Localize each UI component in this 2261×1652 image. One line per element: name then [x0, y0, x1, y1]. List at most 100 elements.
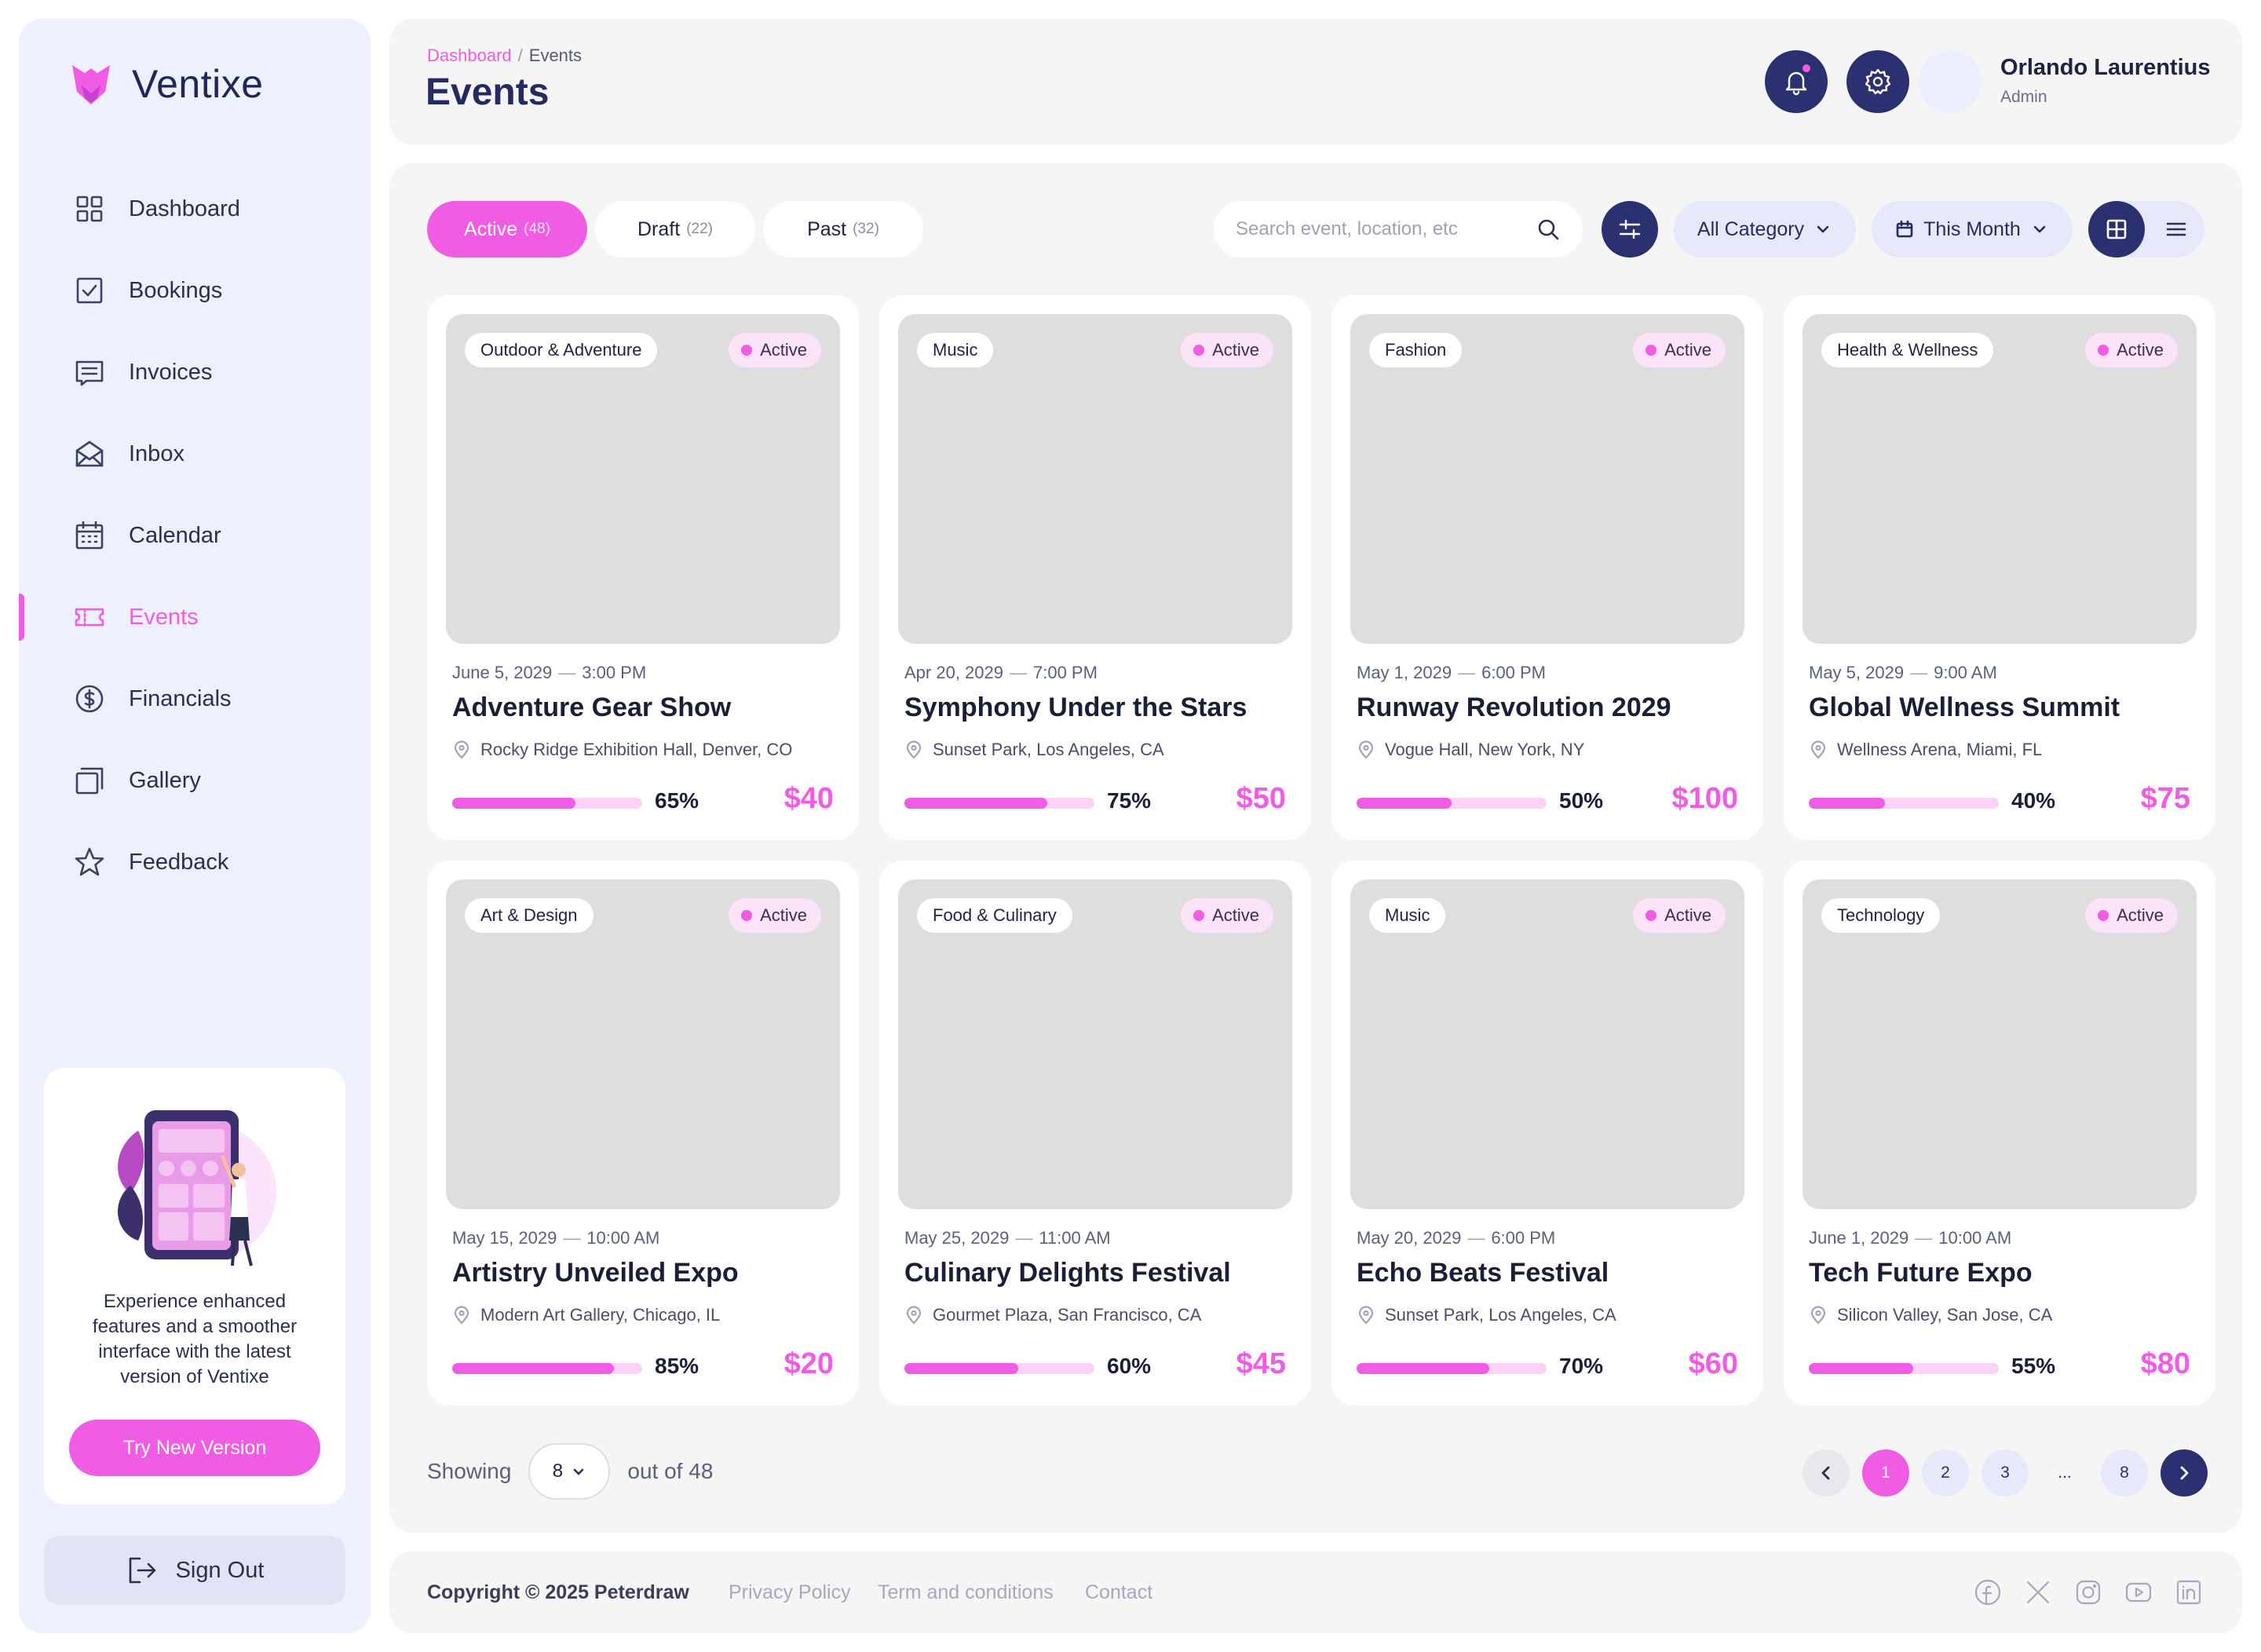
tab-draft[interactable]: Draft (22): [595, 201, 755, 258]
sign-out-button[interactable]: Sign Out: [44, 1536, 345, 1605]
progress-fill: [904, 798, 1047, 809]
chevron-right-icon: [2180, 1466, 2189, 1480]
sidebar-item-bookings[interactable]: Bookings: [19, 250, 371, 331]
sidebar-item-feedback[interactable]: Feedback: [19, 821, 371, 903]
contact-link[interactable]: Contact: [1085, 1581, 1152, 1604]
event-card[interactable]: Outdoor & Adventure Active June 5, 2029 —…: [427, 295, 859, 840]
ticket-icon: [72, 600, 107, 634]
user-avatar[interactable]: [1919, 50, 1982, 113]
x-icon[interactable]: [2024, 1578, 2052, 1606]
event-date: May 1, 2029: [1357, 663, 1452, 682]
tab-label: Past: [807, 217, 847, 240]
instagram-icon[interactable]: [2074, 1578, 2102, 1606]
previous-page-button[interactable]: [1803, 1449, 1850, 1497]
chevron-down-icon: [573, 1468, 584, 1475]
event-title: Symphony Under the Stars: [904, 693, 1247, 722]
events-panel: Active (48) Draft (22) Past (32) All Catego…: [389, 163, 2242, 1533]
grid-icon: [2106, 219, 2127, 239]
sidebar-item-label: Events: [129, 604, 199, 630]
grid-view-button[interactable]: [2088, 201, 2145, 258]
event-time: 10:00 AM: [586, 1228, 660, 1248]
event-card[interactable]: Technology Active June 1, 2029—10:00 AM …: [1784, 861, 2215, 1405]
ticket-price: $45: [1236, 1347, 1286, 1380]
list-view-button[interactable]: [2148, 201, 2204, 258]
datetime-separator: —: [1009, 663, 1027, 682]
terms-link[interactable]: Term and conditions: [878, 1581, 1054, 1604]
period-dropdown[interactable]: This Month: [1872, 201, 2073, 258]
page-button-8[interactable]: 8: [2101, 1449, 2148, 1497]
sidebar-item-label: Bookings: [129, 277, 223, 303]
status-dot: [1646, 910, 1657, 921]
facebook-icon[interactable]: [1974, 1578, 2002, 1606]
event-card[interactable]: Art & Design Active May 15, 2029 —10:00 A…: [427, 861, 859, 1405]
chevron-left-icon: [1821, 1466, 1830, 1480]
tab-label: Draft: [637, 217, 681, 240]
sidebar-item-gallery[interactable]: Gallery: [19, 740, 371, 821]
category-tag: Music: [917, 333, 994, 367]
event-datetime: May 5, 2029 — 9:00 AM: [1809, 663, 1997, 683]
search-input[interactable]: [1236, 218, 1536, 240]
gallery-icon: [72, 763, 107, 798]
event-card[interactable]: Health & Wellness Active May 5, 2029 — 9:0…: [1784, 295, 2215, 840]
brand-logo[interactable]: Ventixe: [71, 61, 264, 107]
status-label: Active: [2117, 905, 2164, 925]
event-card[interactable]: Food & Culinary Active May 25, 2029— 11:0…: [879, 861, 1311, 1405]
sidebar-item-invoices[interactable]: Invoices: [19, 331, 371, 413]
status-dot: [1193, 910, 1205, 921]
sidebar-item-financials[interactable]: Financials: [19, 658, 371, 740]
status-badge: Active: [729, 898, 821, 933]
ticket-progress-bar: [904, 798, 1094, 809]
datetime-separator: —: [1915, 1228, 1933, 1248]
event-date: June 5, 2029: [452, 663, 553, 682]
sidebar-item-calendar[interactable]: Calendar: [19, 495, 371, 576]
event-image: Music Active: [1350, 879, 1744, 1209]
datetime-separator: —: [1015, 1228, 1033, 1248]
location-text: Sunset Park, Los Angeles, CA: [933, 740, 1164, 759]
category-tag: Health & Wellness: [1821, 333, 1994, 367]
youtube-icon[interactable]: [2124, 1578, 2153, 1606]
event-datetime: June 5, 2029 — 3:00 PM: [452, 663, 646, 683]
sidebar-item-dashboard[interactable]: Dashboard: [19, 168, 371, 250]
sidebar-item-label: Feedback: [129, 849, 229, 875]
status-badge: Active: [1181, 898, 1273, 933]
event-date: June 1, 2029: [1809, 1228, 1909, 1248]
notifications-button[interactable]: [1765, 50, 1828, 113]
page-size-select[interactable]: 8: [528, 1443, 611, 1500]
tab-count: (22): [686, 221, 713, 237]
ventixe-logo-icon: [72, 65, 110, 104]
invoices-icon: [72, 355, 107, 389]
location-text: Sunset Park, Los Angeles, CA: [1385, 1305, 1616, 1325]
sidebar-item-label: Dashboard: [129, 196, 240, 221]
linkedin-icon[interactable]: [2175, 1578, 2203, 1606]
ticket-price: $40: [783, 782, 834, 815]
event-card[interactable]: Music Active May 20, 2029— 6:00 PM Echo B…: [1331, 861, 1763, 1405]
search-icon[interactable]: [1536, 217, 1561, 242]
status-label: Active: [1212, 340, 1259, 360]
sidebar-item-inbox[interactable]: Inbox: [19, 413, 371, 495]
tab-active[interactable]: Active (48): [427, 201, 587, 258]
page-button-1[interactable]: 1: [1862, 1449, 1909, 1497]
next-page-button[interactable]: [2161, 1449, 2208, 1497]
page-button-3[interactable]: 3: [1982, 1449, 2029, 1497]
settings-button[interactable]: [1846, 50, 1909, 113]
sidebar-item-events[interactable]: Events: [19, 576, 371, 658]
breadcrumb-dashboard-link[interactable]: Dashboard: [427, 46, 512, 65]
event-datetime: May 20, 2029— 6:00 PM: [1357, 1228, 1555, 1248]
page-button-2[interactable]: 2: [1922, 1449, 1969, 1497]
event-card[interactable]: Music Active Apr 20, 2029 — 7:00 PM Sympho…: [879, 295, 1311, 840]
sidebar-item-label: Financials: [129, 685, 232, 711]
category-dropdown[interactable]: All Category: [1674, 201, 1856, 258]
status-label: Active: [2117, 340, 2164, 360]
chevron-down-icon: [1817, 225, 1829, 233]
try-new-version-button[interactable]: Try New Version: [69, 1420, 320, 1476]
status-badge: Active: [729, 333, 821, 367]
tab-past[interactable]: Past (32): [763, 201, 923, 258]
event-card[interactable]: Fashion Active May 1, 2029 — 6:00 PM Runwa…: [1331, 295, 1763, 840]
progress-fill: [1357, 798, 1452, 809]
location-text: Rocky Ridge Exhibition Hall, Denver, CO: [480, 740, 793, 759]
datetime-separator: —: [1467, 1228, 1485, 1248]
event-date: May 20, 2029: [1357, 1228, 1462, 1248]
privacy-policy-link[interactable]: Privacy Policy: [729, 1581, 851, 1604]
filter-button[interactable]: [1602, 201, 1658, 258]
event-location: Rocky Ridge Exhibition Hall, Denver, CO: [452, 740, 792, 760]
